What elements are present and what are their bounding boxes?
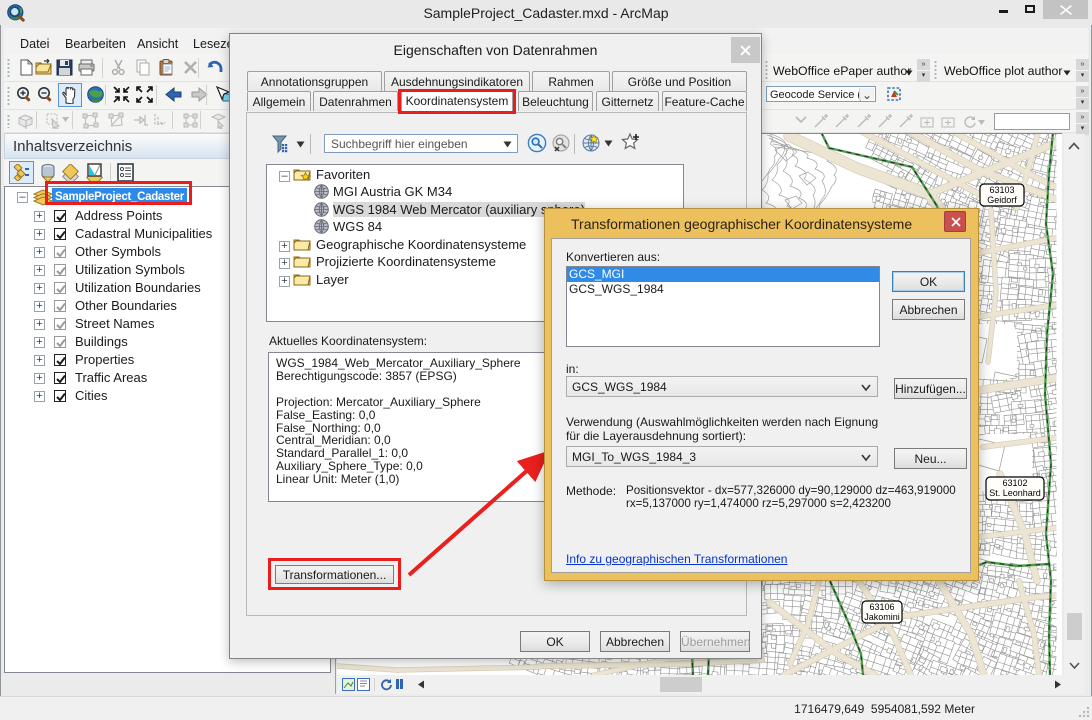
svg-text:63102: 63102 bbox=[1002, 478, 1027, 488]
svg-text:St. Leonhard: St. Leonhard bbox=[989, 488, 1041, 498]
svg-text:63106: 63106 bbox=[869, 602, 894, 612]
svg-text:Jakomini: Jakomini bbox=[864, 612, 900, 622]
svg-text:Geidorf: Geidorf bbox=[987, 195, 1017, 205]
svg-text:63103: 63103 bbox=[989, 185, 1014, 195]
